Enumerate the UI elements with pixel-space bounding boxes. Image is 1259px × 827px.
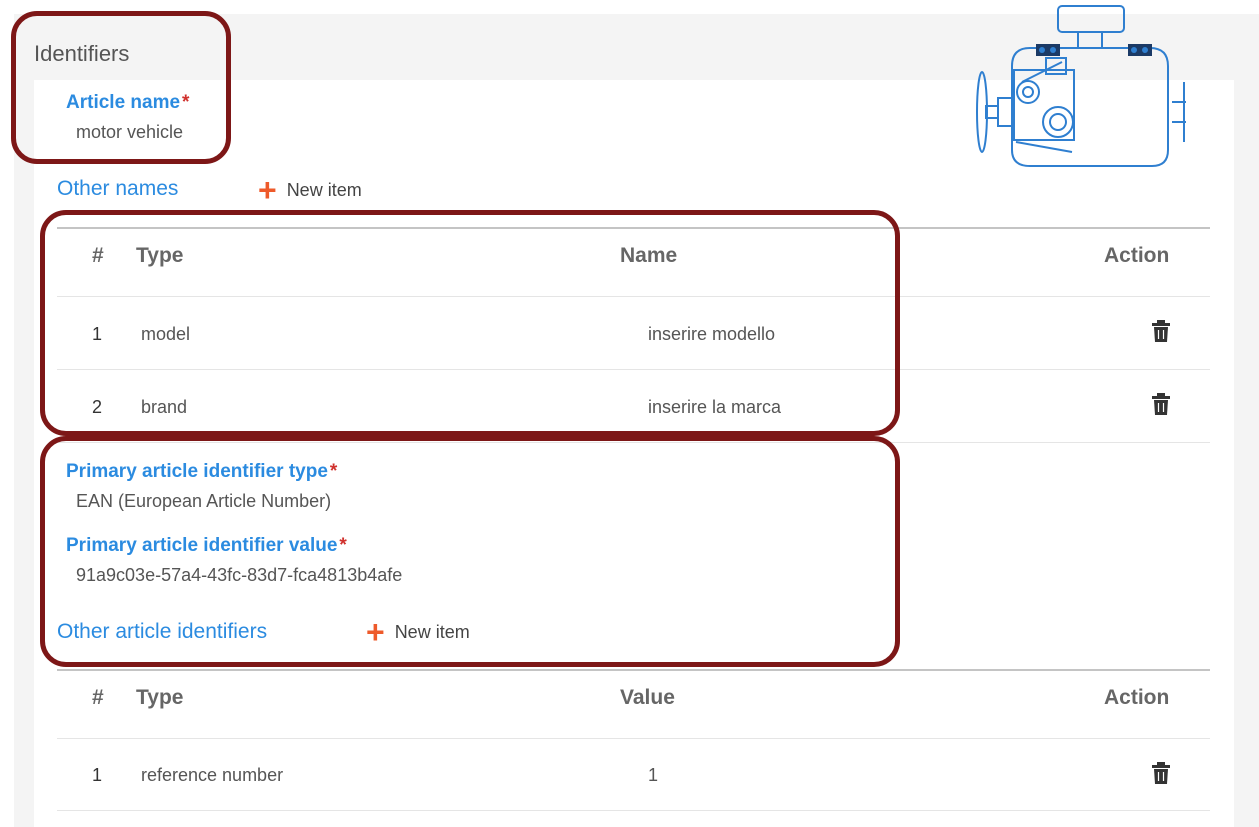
trash-icon[interactable] (1152, 320, 1170, 342)
highlight-frame-other-names (40, 210, 900, 436)
column-header-num: # (92, 686, 104, 709)
plus-icon: + (258, 172, 277, 208)
highlight-frame-primary-identifier (40, 436, 900, 667)
other-names-label: Other names (57, 177, 179, 200)
trash-icon[interactable] (1152, 393, 1170, 415)
column-header-action: Action (1104, 244, 1170, 267)
other-identifier-row-1-num: 1 (92, 765, 103, 785)
table-top-border (57, 669, 1210, 671)
column-header-value: Value (620, 686, 675, 709)
highlight-frame-article-name (11, 11, 231, 164)
other-identifier-row-1-type: reference number (141, 765, 284, 785)
column-header-type: Type (136, 686, 184, 709)
trash-icon[interactable] (1152, 762, 1170, 784)
row-divider (57, 810, 1210, 811)
other-identifier-row-1-value: 1 (648, 765, 659, 785)
engine-illustration (976, 5, 1186, 167)
add-other-name-button[interactable]: + New item (258, 172, 362, 208)
row-divider (57, 738, 1210, 739)
column-header-action: Action (1104, 686, 1170, 709)
